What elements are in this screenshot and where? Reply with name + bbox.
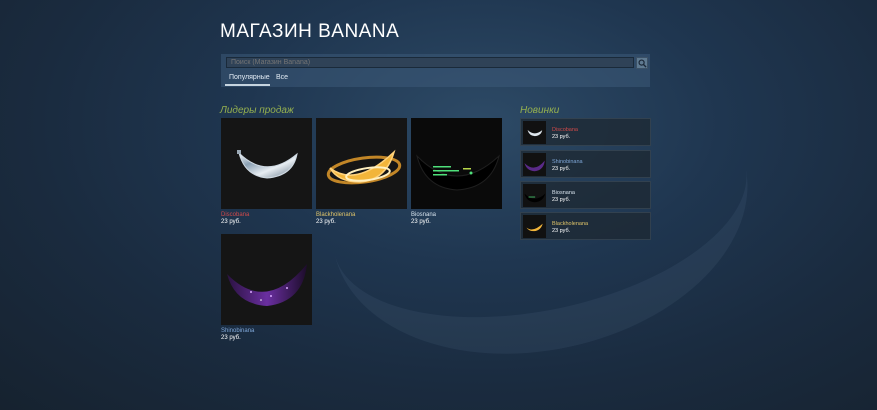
item-image <box>316 118 407 209</box>
banana-icon <box>524 160 545 172</box>
new-item-biosnana[interactable]: Biosnana 23 руб. <box>520 181 651 209</box>
search-panel <box>221 54 650 87</box>
banana-icon <box>526 223 543 232</box>
new-item-shinobinana[interactable]: Shinobinana 23 руб. <box>520 150 651 178</box>
item-price: 23 руб. <box>221 219 241 225</box>
bestseller-item-blackholenana[interactable]: Blackholenana 23 руб. <box>316 118 407 225</box>
bestsellers-title: Лидеры продаж <box>220 105 294 116</box>
page-title: МАГАЗИН BANANA <box>220 21 400 42</box>
item-name: Blackholenana <box>316 212 356 218</box>
item-price: 23 руб. <box>552 197 571 203</box>
new-items-title: Новинки <box>520 105 560 116</box>
tab-popular[interactable]: Популярные <box>229 74 270 81</box>
item-price: 23 руб. <box>411 219 431 225</box>
item-image <box>221 234 312 325</box>
item-price: 23 руб. <box>552 166 571 172</box>
item-name: Biosnana <box>411 212 437 218</box>
new-item-blackholenana[interactable]: Blackholenana 23 руб. <box>520 212 651 240</box>
item-price: 23 руб. <box>221 335 241 341</box>
banana-icon <box>326 149 402 185</box>
item-name: Discobana <box>221 212 250 218</box>
banana-icon <box>524 193 546 203</box>
item-image <box>411 118 502 209</box>
bestseller-item-discobana[interactable]: Discobana 23 руб. <box>221 118 312 225</box>
bestseller-item-biosnana[interactable]: Biosnana 23 руб. <box>411 118 502 225</box>
bestseller-item-shinobinana[interactable]: Shinobinana 23 руб. <box>221 234 312 341</box>
item-thumbnail <box>523 121 546 144</box>
search-input[interactable] <box>226 57 634 68</box>
item-name: Shinobinana <box>552 159 583 165</box>
active-tab-indicator <box>225 84 270 86</box>
item-thumbnail <box>523 153 546 176</box>
new-item-discobana[interactable]: Discobana 23 руб. <box>520 118 651 146</box>
banana-icon <box>227 264 307 306</box>
item-name: Biosnana <box>552 190 575 196</box>
item-price: 23 руб. <box>316 219 336 225</box>
item-price: 23 руб. <box>552 228 571 234</box>
item-thumbnail <box>523 215 546 238</box>
banana-icon <box>237 150 298 179</box>
tab-all[interactable]: Все <box>276 74 288 81</box>
item-thumbnail <box>523 184 546 207</box>
item-name: Discobana <box>552 127 578 133</box>
item-name: Blackholenana <box>552 221 589 227</box>
item-price: 23 руб. <box>552 134 571 140</box>
item-image <box>221 118 312 209</box>
search-button[interactable] <box>636 57 648 69</box>
item-name: Shinobinana <box>221 328 255 334</box>
banana-icon <box>411 118 502 209</box>
banana-icon <box>527 129 543 137</box>
search-icon <box>638 59 647 68</box>
